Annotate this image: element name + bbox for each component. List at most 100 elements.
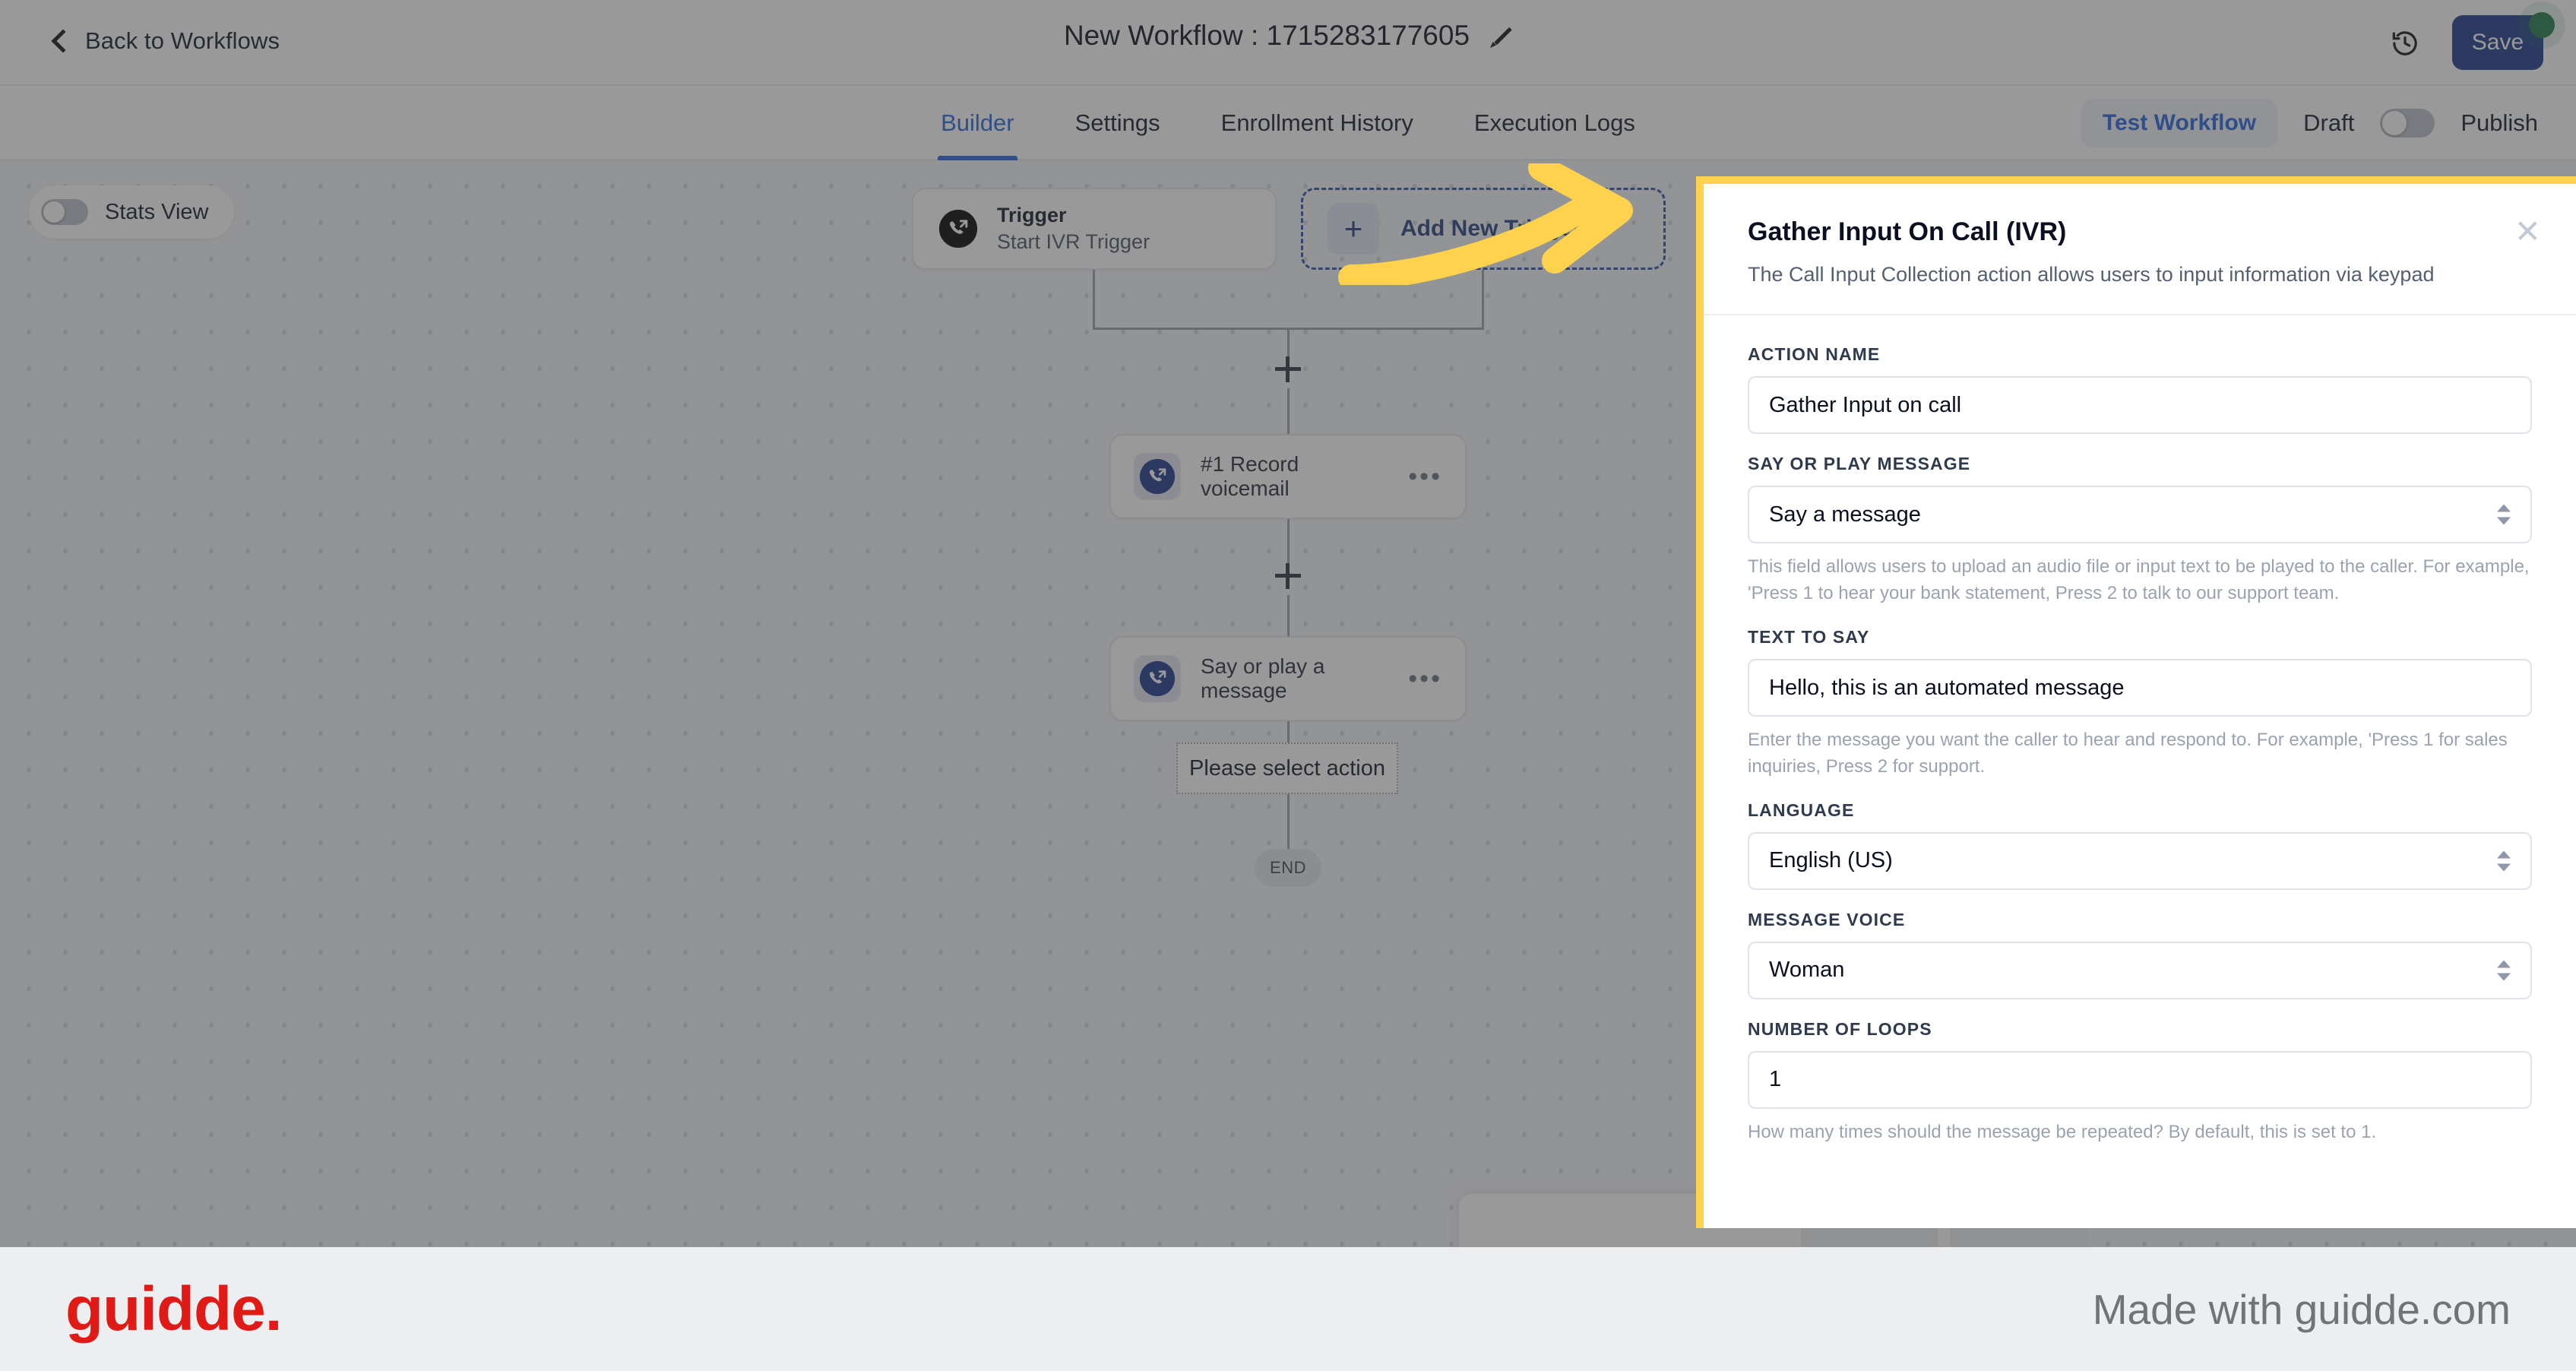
publish-toggle-knob — [2382, 111, 2407, 135]
plus-icon: + — [1328, 203, 1379, 255]
number-of-loops-value: 1 — [1769, 1067, 1782, 1092]
connector-line — [1287, 519, 1290, 563]
phone-outgoing-icon — [1140, 459, 1175, 494]
field-text-to-say-label: TEXT TO SAY — [1748, 627, 1870, 648]
made-with-guidde-label: Made with guidde.com — [2092, 1285, 2511, 1333]
tab-bar-actions: Test Workflow Draft Publish — [2081, 86, 2538, 160]
end-node-label: END — [1270, 858, 1306, 877]
action-node-record-voicemail[interactable]: #1 Record voicemail ••• — [1109, 434, 1467, 519]
top-bar: Back to Workflows New Workflow : 1715283… — [0, 0, 2576, 86]
panel-body: ACTION NAME Gather Input on call SAY OR … — [1704, 315, 2576, 1145]
ellipsis-icon[interactable]: ••• — [1408, 464, 1442, 489]
action-node-label: #1 Record voicemail — [1201, 452, 1299, 500]
action-node-say-or-play-message[interactable]: Say or play a message ••• — [1109, 636, 1467, 721]
tab-builder-label: Builder — [941, 109, 1014, 136]
tab-builder[interactable]: Builder — [938, 86, 1017, 160]
connector-line — [1287, 595, 1290, 636]
guidde-footer: guidde. Made with guidde.com — [0, 1247, 2576, 1371]
add-new-trigger-label: Add New Trigger — [1400, 216, 1582, 241]
end-node: END — [1255, 849, 1321, 887]
connector-line — [1287, 794, 1290, 849]
connector-line — [1482, 270, 1484, 329]
guidde-logo: guidde. — [65, 1274, 283, 1344]
language-select[interactable]: English (US) — [1748, 831, 2532, 890]
stats-view-label: Stats View — [105, 199, 209, 224]
please-select-action-label: Please select action — [1189, 755, 1385, 780]
please-select-action-placeholder[interactable]: Please select action — [1176, 742, 1398, 794]
trigger-node-title: Trigger — [997, 204, 1067, 226]
page-title: New Workflow : 1715283177605 — [1063, 20, 1470, 51]
connector-line — [1287, 721, 1290, 744]
tab-enrollment-history[interactable]: Enrollment History — [1218, 86, 1416, 160]
stats-view-toggle[interactable] — [41, 199, 88, 225]
add-step-button[interactable] — [1275, 356, 1301, 382]
panel-title: Gather Input On Call (IVR) — [1748, 217, 2067, 246]
text-to-say-value: Hello, this is an automated message — [1769, 675, 2125, 700]
field-action-name-label: ACTION NAME — [1748, 344, 1881, 365]
message-voice-value: Woman — [1769, 958, 1845, 983]
action-node-label: Say or play a message — [1201, 654, 1325, 702]
action-config-panel-highlight: Gather Input On Call (IVR) The Call Inpu… — [1696, 176, 2576, 1228]
field-text-to-say-help: Enter the message you want the caller to… — [1748, 730, 2508, 777]
text-to-say-input[interactable]: Hello, this is an automated message — [1748, 659, 2532, 717]
phone-outgoing-icon — [1140, 661, 1175, 696]
save-button-label: Save — [2471, 30, 2524, 55]
message-voice-select[interactable]: Woman — [1748, 941, 2532, 999]
chevron-updown-icon — [2497, 850, 2511, 872]
add-step-button[interactable] — [1275, 563, 1301, 589]
field-say-or-play-message: SAY OR PLAY MESSAGE Say a message This f… — [1748, 454, 2532, 607]
close-icon[interactable]: ✕ — [2514, 216, 2541, 248]
tab-settings-label: Settings — [1074, 109, 1160, 136]
publish-toggle[interactable] — [2380, 109, 2435, 138]
number-of-loops-input[interactable]: 1 — [1748, 1050, 2532, 1109]
tab-bar: Builder Settings Enrollment History Exec… — [0, 86, 2576, 160]
field-number-of-loops-label: NUMBER OF LOOPS — [1748, 1018, 1932, 1039]
field-message-voice: MESSAGE VOICE Woman — [1748, 910, 2532, 999]
trigger-node-texts: Trigger Start IVR Trigger — [997, 204, 1150, 254]
workflow-title-group: New Workflow : 1715283177605 — [0, 20, 2576, 52]
add-new-trigger-button[interactable]: + Add New Trigger — [1301, 188, 1666, 270]
field-action-name: ACTION NAME Gather Input on call — [1748, 344, 2532, 435]
action-config-panel: Gather Input On Call (IVR) The Call Inpu… — [1704, 184, 2576, 1228]
pencil-icon[interactable] — [1489, 24, 1512, 47]
chevron-updown-icon — [2497, 504, 2511, 525]
field-say-or-play-message-label: SAY OR PLAY MESSAGE — [1748, 454, 1971, 474]
field-text-to-say: TEXT TO SAY Hello, this is an automated … — [1748, 627, 2532, 780]
language-value: English (US) — [1769, 848, 1893, 873]
test-workflow-button[interactable]: Test Workflow — [2081, 99, 2278, 147]
field-number-of-loops-help: How many times should the message be rep… — [1748, 1121, 2377, 1142]
field-language: LANGUAGE English (US) — [1748, 800, 2532, 890]
panel-header: Gather Input On Call (IVR) The Call Inpu… — [1704, 184, 2576, 316]
chevron-updown-icon — [2497, 960, 2511, 981]
phone-outgoing-icon — [939, 210, 977, 248]
application-screenshot: Back to Workflows New Workflow : 1715283… — [0, 0, 2576, 1247]
tab-enrollment-history-label: Enrollment History — [1220, 109, 1413, 136]
say-or-play-message-value: Say a message — [1769, 502, 1921, 527]
field-say-or-play-message-help: This field allows users to upload an aud… — [1748, 556, 2530, 604]
trigger-node[interactable]: Trigger Start IVR Trigger — [912, 188, 1277, 270]
action-name-input[interactable]: Gather Input on call — [1748, 376, 2532, 435]
connector-line — [1287, 388, 1290, 434]
status-indicator-dot — [2529, 12, 2555, 38]
connector-line — [1093, 270, 1095, 329]
action-node-icon-box — [1134, 655, 1181, 702]
test-workflow-label: Test Workflow — [2102, 110, 2257, 135]
say-or-play-message-select[interactable]: Say a message — [1748, 486, 2532, 544]
field-number-of-loops: NUMBER OF LOOPS 1 How many times should … — [1748, 1019, 2532, 1146]
clock-history-icon[interactable] — [2390, 28, 2420, 59]
publish-label: Publish — [2460, 109, 2538, 136]
trigger-node-subtitle: Start IVR Trigger — [997, 230, 1150, 253]
draft-label: Draft — [2303, 109, 2355, 136]
field-message-voice-label: MESSAGE VOICE — [1748, 909, 1906, 929]
tab-execution-logs[interactable]: Execution Logs — [1471, 86, 1638, 160]
field-language-label: LANGUAGE — [1748, 799, 1855, 820]
ellipsis-icon[interactable]: ••• — [1408, 666, 1442, 692]
stats-view-toggle-knob — [43, 201, 65, 223]
panel-subtitle: The Call Input Collection action allows … — [1748, 263, 2435, 286]
stats-view-control[interactable]: Stats View — [29, 185, 235, 239]
connector-line — [1287, 328, 1290, 356]
action-node-icon-box — [1134, 453, 1181, 500]
tab-execution-logs-label: Execution Logs — [1473, 109, 1635, 136]
action-name-value: Gather Input on call — [1769, 392, 1962, 417]
tab-settings[interactable]: Settings — [1072, 86, 1163, 160]
